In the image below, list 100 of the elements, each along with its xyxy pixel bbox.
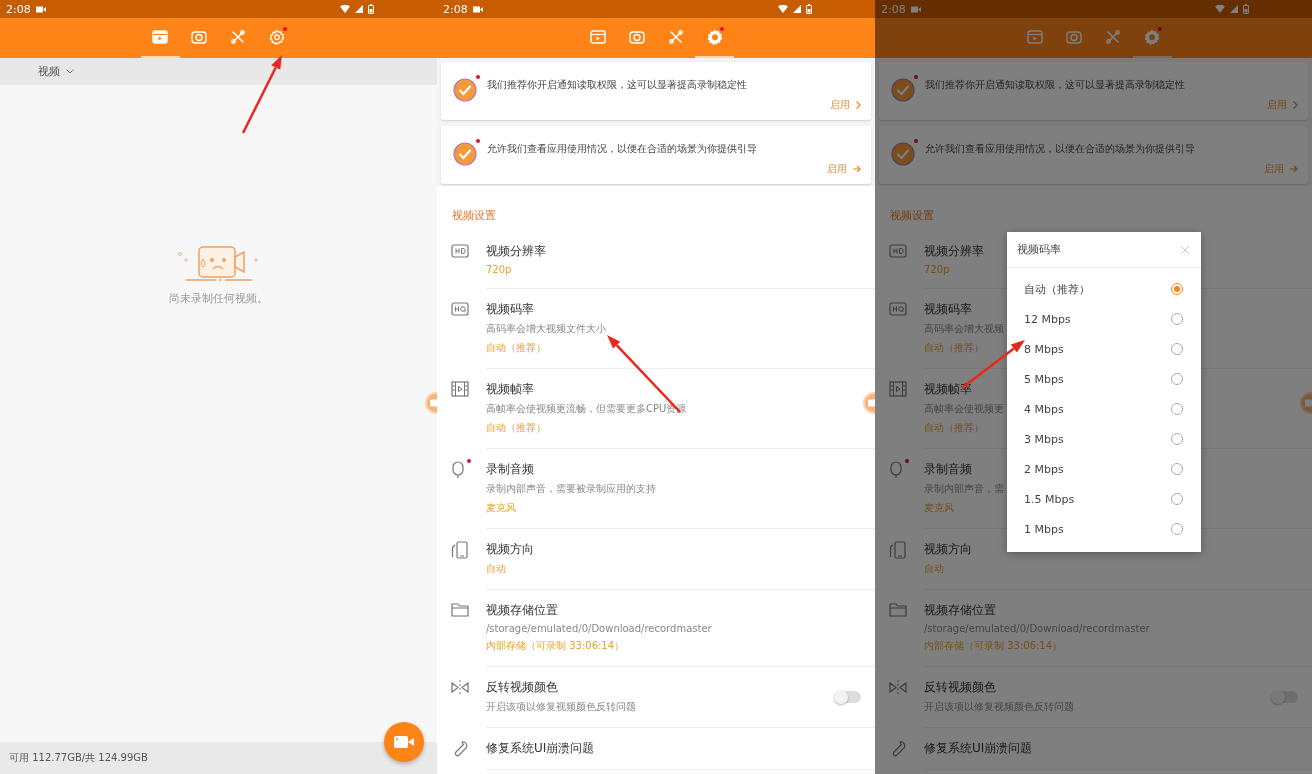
toggle-switch[interactable] — [1272, 690, 1298, 703]
clapper-icon — [152, 30, 168, 44]
setting-title[interactable]: 反转视频颜色 — [486, 679, 558, 695]
close-icon[interactable] — [1179, 243, 1191, 256]
bitrate-option[interactable]: 4 Mbps — [1007, 394, 1201, 424]
check-icon — [891, 78, 915, 102]
hd-icon — [451, 244, 469, 258]
setting-value: 自动 — [486, 562, 506, 576]
dialog-title: 视频码率 — [1017, 242, 1061, 257]
film-icon — [889, 381, 907, 397]
check-icon — [453, 78, 477, 102]
bitrate-option[interactable]: 自动（推荐） — [1007, 274, 1201, 304]
clapper-icon — [1027, 30, 1043, 44]
setting-description: 高码率会增大视频文件大小 — [486, 322, 606, 336]
phone-rotate-icon — [451, 541, 469, 559]
wifi-icon — [1215, 5, 1225, 13]
bitrate-option[interactable]: 2 Mbps — [1007, 454, 1201, 484]
tools-icon — [667, 29, 684, 45]
tools-icon — [230, 29, 246, 45]
setting-value: 720p — [924, 264, 950, 275]
battery-icon — [368, 4, 374, 14]
setting-value: 麦克风 — [924, 501, 954, 515]
setting-title[interactable]: 视频方向 — [924, 541, 972, 557]
setting-title[interactable]: 录制音频 — [924, 461, 972, 477]
setting-title[interactable]: 视频方向 — [486, 541, 534, 557]
setting-description: 录制内部声音，需要被录制应用的支持 — [486, 482, 656, 496]
setting-value: 720p — [486, 264, 512, 275]
filter-dropdown[interactable]: 视频 — [38, 64, 74, 79]
flip-icon — [889, 679, 907, 695]
toggle-switch[interactable] — [835, 690, 861, 703]
status-time: 2:08 — [881, 2, 906, 16]
setting-title[interactable]: 录制音频 — [486, 461, 534, 477]
setting-value: 内部存储（可录制 33:06:14） — [486, 639, 625, 653]
status-time: 2:08 — [6, 2, 31, 16]
permission-text: 允许我们查看应用使用情况，以便在合适的场景为你提供引导 — [487, 142, 758, 156]
camera-icon — [628, 30, 645, 44]
setting-value: 麦克风 — [486, 501, 516, 515]
setting-value: 内部存储（可录制 33:06:14） — [924, 639, 1063, 653]
setting-value: 自动（推荐） — [924, 341, 984, 355]
setting-value: 自动（推荐） — [486, 341, 546, 355]
settings-icon — [1144, 29, 1160, 45]
setting-title[interactable]: 视频分辨率 — [924, 243, 984, 259]
setting-value: 自动（推荐） — [486, 421, 546, 435]
flip-icon — [451, 679, 469, 695]
signal-icon — [355, 5, 363, 13]
permission-text: 允许我们查看应用使用情况，以便在合适的场景为你提供引导 — [925, 142, 1196, 156]
bitrate-option[interactable]: 1.5 Mbps — [1007, 484, 1201, 514]
setting-description: 开启该项以修复视频颜色反转问题 — [486, 700, 636, 714]
permission-text: 我们推荐你开启通知读取权限，这可以显著提高录制稳定性 — [487, 78, 748, 92]
setting-title[interactable]: 修复系统UI崩溃问题 — [924, 740, 1033, 756]
setting-title[interactable]: 视频码率 — [486, 301, 534, 317]
signal-icon — [793, 5, 801, 13]
empty-message: 尚未录制任何视频。 — [169, 291, 268, 306]
setting-value: 自动（推荐） — [924, 421, 984, 435]
setting-title[interactable]: 修复系统UI崩溃问题 — [486, 740, 595, 756]
section-header: 视频设置 — [889, 208, 935, 224]
camera-icon — [1066, 30, 1082, 44]
signal-icon — [1230, 5, 1238, 13]
battery-icon — [1243, 4, 1249, 14]
battery-icon — [806, 4, 812, 14]
setting-title[interactable]: 视频帧率 — [486, 381, 534, 397]
setting-title[interactable]: 视频存储位置 — [486, 602, 558, 618]
wifi-icon — [778, 5, 788, 13]
check-icon — [891, 142, 915, 166]
wifi-icon — [340, 5, 350, 13]
arrow-icon — [853, 165, 861, 173]
hq-icon — [451, 302, 469, 316]
setting-description: /storage/emulated/0/Download/recordmaster — [486, 623, 712, 634]
folder-icon — [889, 602, 907, 617]
settings-icon — [269, 29, 285, 45]
permission-text: 我们推荐你开启通知读取权限，这可以显著提高录制稳定性 — [925, 78, 1186, 92]
setting-title[interactable]: 视频码率 — [924, 301, 972, 317]
storage-info: 可用 112.77GB/共 124.99GB — [9, 751, 148, 765]
setting-description: /storage/emulated/0/Download/recordmaster — [924, 623, 1150, 634]
chevron-icon — [66, 69, 74, 74]
clapper-icon — [589, 30, 606, 44]
hd-icon — [889, 244, 907, 258]
bitrate-option[interactable]: 1 Mbps — [1007, 514, 1201, 544]
setting-title[interactable]: 反转视频颜色 — [924, 679, 996, 695]
folder-icon — [451, 602, 469, 617]
chevron-icon — [856, 101, 861, 109]
setting-title[interactable]: 视频分辨率 — [486, 243, 546, 259]
check-icon — [453, 142, 477, 166]
section-header: 视频设置 — [451, 208, 497, 224]
microphone-icon — [451, 461, 465, 479]
status-time: 2:08 — [443, 2, 468, 16]
arrow-icon — [1290, 165, 1298, 173]
setting-title[interactable]: 视频存储位置 — [924, 602, 996, 618]
hq-icon — [889, 302, 907, 316]
tools-icon — [1105, 29, 1121, 45]
phone-rotate-icon — [889, 541, 907, 559]
microphone-icon — [889, 461, 903, 479]
chevron-icon — [1293, 101, 1298, 109]
bitrate-option[interactable]: 3 Mbps — [1007, 424, 1201, 454]
film-icon — [451, 381, 469, 397]
bitrate-option[interactable]: 5 Mbps — [1007, 364, 1201, 394]
setting-value: 自动 — [924, 562, 944, 576]
camera-icon — [191, 30, 207, 44]
bitrate-option[interactable]: 12 Mbps — [1007, 304, 1201, 334]
settings-icon — [706, 29, 723, 45]
